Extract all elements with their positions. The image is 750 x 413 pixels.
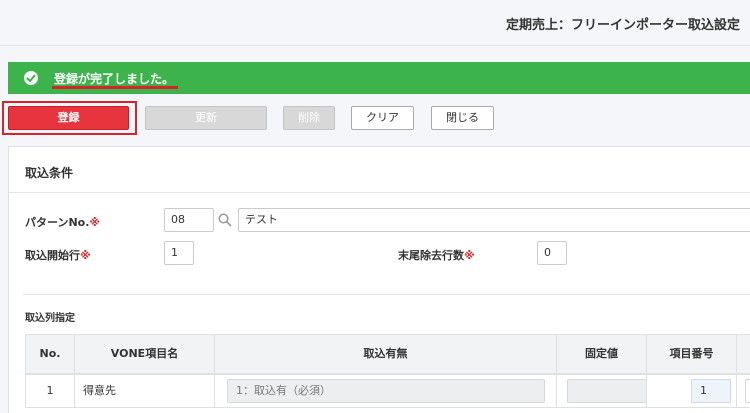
- column-header: 取込有無: [214, 334, 557, 374]
- page-header: 定期売上：フリーインポーター取込設定: [0, 0, 750, 46]
- item-number-input[interactable]: 1: [691, 379, 731, 403]
- pattern-name-input[interactable]: テスト: [238, 208, 750, 232]
- clear-button[interactable]: クリア: [351, 106, 414, 130]
- register-button[interactable]: 登録: [8, 106, 129, 130]
- extra-input[interactable]: [745, 379, 750, 403]
- trailing-rows-input[interactable]: 0: [537, 241, 567, 265]
- page-title: 定期売上：フリーインポーター取込設定: [505, 18, 740, 33]
- pattern-label: パターンNo.※: [25, 216, 101, 229]
- row-extra-cell: [736, 374, 750, 408]
- required-mark: ※: [80, 249, 91, 262]
- import-flag-select[interactable]: 1：取込有（必須）: [227, 379, 545, 403]
- delete-button[interactable]: 削除: [283, 106, 335, 130]
- close-button[interactable]: 閉じる: [431, 106, 494, 130]
- row-no: 1: [25, 374, 75, 408]
- trailing-rows-label: 末尾除去行数※: [398, 249, 475, 262]
- column-header: VONE項目名: [74, 334, 215, 374]
- conditions-title: 取込条件: [25, 166, 74, 180]
- alert-message: 登録が完了しました。: [54, 72, 175, 86]
- column-header: [736, 334, 750, 374]
- row-item-number-cell: 1: [646, 374, 737, 408]
- required-mark: ※: [89, 216, 101, 229]
- check-circle-icon: [24, 71, 38, 85]
- start-row-input[interactable]: 1: [164, 241, 194, 265]
- update-button[interactable]: 更新: [145, 106, 267, 130]
- row-import-flag-cell: 1：取込有（必須）: [214, 374, 557, 408]
- column-header: 固定値: [556, 334, 647, 374]
- column-header: 項目番号: [646, 334, 737, 374]
- start-row-label: 取込開始行※: [25, 249, 91, 262]
- required-mark: ※: [464, 249, 475, 262]
- row-fixed-value-cell: [556, 374, 647, 408]
- columns-section-title: 取込列指定: [25, 313, 75, 324]
- column-header: No.: [25, 334, 75, 374]
- row-item-name: 得意先: [74, 374, 215, 408]
- search-icon[interactable]: [218, 213, 232, 227]
- fixed-value-input[interactable]: [567, 379, 647, 403]
- import-settings-panel: 取込条件 パターンNo.※ 08 テスト 取込開始行※ 1 末尾除去行数※ 0 …: [8, 146, 750, 413]
- columns-table: No. VONE項目名 取込有無 固定値 項目番号 1 得意先 1：取込有（必須…: [25, 334, 750, 413]
- section-divider: [23, 294, 750, 295]
- pattern-no-input[interactable]: 08: [164, 208, 214, 232]
- success-alert: 登録が完了しました。: [8, 62, 750, 94]
- alert-highlight-underline: [52, 86, 178, 89]
- section-divider: [9, 192, 750, 193]
